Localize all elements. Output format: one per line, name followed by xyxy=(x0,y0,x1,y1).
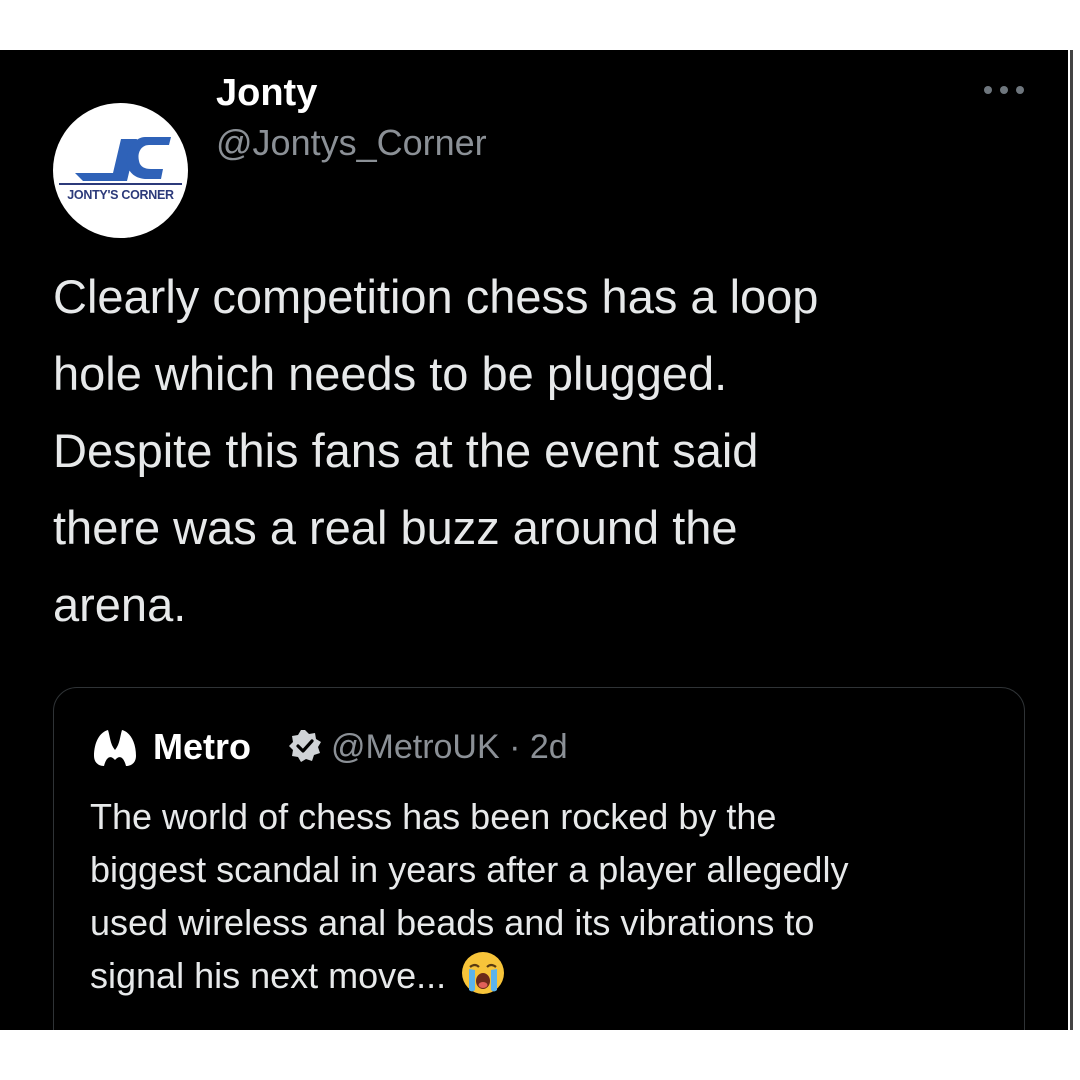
quote-author-name[interactable]: Metro xyxy=(153,726,251,768)
avatar-label: JONTY'S CORNER xyxy=(67,188,174,202)
author-handle[interactable]: @Jontys_Corner xyxy=(216,122,487,164)
author-avatar[interactable]: JONTY'S CORNER xyxy=(53,103,188,238)
scrollbar[interactable] xyxy=(1068,50,1080,1030)
quote-handle-time[interactable]: @MetroUK · 2d xyxy=(331,728,568,767)
tweet-text-line: there was a real buzz around the xyxy=(53,501,738,554)
metro-logo-icon[interactable] xyxy=(90,722,140,772)
quote-text-line-last: signal his next move... xyxy=(90,949,1010,1002)
tweet-text-line: arena. xyxy=(53,578,187,631)
tweet-text-line: Clearly competition chess has a loop xyxy=(53,270,819,323)
quote-text-line: signal his next move... xyxy=(90,955,447,996)
author-display-name[interactable]: Jonty xyxy=(216,72,317,115)
more-horizontal-icon[interactable] xyxy=(980,86,1028,96)
quote-text-line: biggest scandal in years after a player … xyxy=(90,849,849,890)
quoted-tweet[interactable]: Metro @MetroUK · 2d The world of chess h… xyxy=(53,687,1025,1030)
quote-text-line: used wireless anal beads and its vibrati… xyxy=(90,902,815,943)
quote-text-line: The world of chess has been rocked by th… xyxy=(90,796,777,837)
tweet-text-line: Despite this fans at the event said xyxy=(53,424,759,477)
tweet-screen: JONTY'S CORNER Jonty @Jontys_Corner Clea… xyxy=(0,50,1068,1030)
jontys-corner-logo-icon xyxy=(59,137,182,185)
verified-badge-icon xyxy=(289,730,321,762)
tweet-text-line: hole which needs to be plugged. xyxy=(53,347,728,400)
loudly-crying-face-emoji xyxy=(462,952,505,995)
quote-body: The world of chess has been rocked by th… xyxy=(90,790,1010,1002)
tweet-body: Clearly competition chess has a loop hol… xyxy=(53,258,1033,643)
